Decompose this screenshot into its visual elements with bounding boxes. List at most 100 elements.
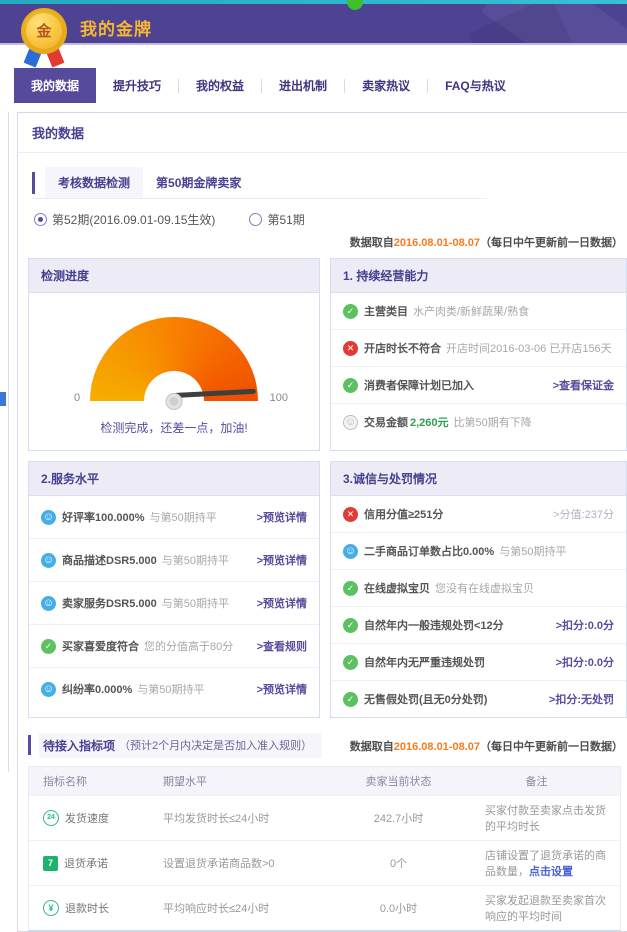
metric-title: 无售假处罚(且无0分处罚) [364, 691, 487, 707]
subtab-period50-sellers[interactable]: 第50期金牌卖家 [143, 167, 254, 198]
return-promise-icon: 7 [43, 856, 58, 871]
check-icon: ✓ [343, 304, 358, 319]
medal-coin-icon: 金 [21, 8, 67, 54]
expected-cell: 平均发货时长≤24小时 [159, 804, 344, 832]
my-data-card: 我的数据 考核数据检测 第50期金牌卖家 第52期(2016.09.01-09.… [17, 112, 627, 932]
click-to-set-link[interactable]: 点击设置 [529, 866, 573, 878]
radio-period52[interactable] [34, 213, 47, 226]
metric-row: ✓ 主营类目 水产肉类/新鲜蔬果/熟食 [331, 293, 626, 329]
cross-icon: ✕ [343, 341, 358, 356]
metric-title: 在线虚拟宝贝 [364, 580, 430, 596]
deduction-link[interactable]: >扣分:0.0分 [556, 617, 614, 633]
col-header-remark: 备注 [459, 767, 620, 795]
current-cell: 0.0小时 [344, 894, 459, 922]
metric-row: ✕ 开店时长不符合 开店时间2016-03-06 已开店156天 [331, 329, 626, 366]
metric-value: 2,260元 [410, 414, 449, 430]
24h-shipping-icon: 24 [43, 810, 59, 826]
metric-row: ☺ 卖家服务DSR5.000 与第50期持平 >预览详情 [29, 581, 319, 624]
gold-medal-icon: 金 [20, 8, 72, 66]
preview-details-link[interactable]: >预览详情 [257, 509, 307, 525]
period52-label[interactable]: 第52期(2016.09.01-09.15生效) [52, 211, 215, 228]
current-cell: 242.7小时 [344, 804, 459, 832]
expected-cell: 设置退货承诺商品数>0 [159, 849, 344, 877]
metric-row: ✓ 买家喜爱度符合 您的分值高于80分 >查看规则 [29, 624, 319, 667]
indicator-name: 退款时长 [65, 900, 109, 916]
panel-grid: 检测进度 0 100 检测完成，还差一点，加油! 1. 持续经营能力 ✓ 主营类… [28, 258, 627, 718]
side-feedback-tab[interactable] [0, 392, 6, 406]
col-header-indicator: 指标名称 [29, 767, 159, 795]
metric-title: 纠纷率0.000% [62, 681, 132, 697]
data-source-note: 数据取自2016.08.01-08.07（每日中午更新前一日数据） [18, 228, 627, 254]
remark-cell: 买家付款至卖家点击发货的平均时长 [459, 796, 620, 840]
panel-operating-ability: 1. 持续经营能力 ✓ 主营类目 水产肉类/新鲜蔬果/熟食 ✕ 开店时长不符合 … [330, 258, 627, 451]
metric-detail: 与第50期持平 [150, 509, 217, 525]
metric-title: 好评率100.000% [62, 509, 145, 525]
check-icon: ✓ [343, 378, 358, 393]
panel-integrity-penalty: 3.诚信与处罚情况 ✕ 信用分值≥251分 >分值:237分 ☺ 二手商品订单数… [330, 461, 627, 718]
indicator-cell: 7 退货承诺 [29, 849, 159, 877]
refund-time-icon: ¥ [43, 900, 59, 916]
pending-table: 指标名称 期望水平 卖家当前状态 备注 24 发货速度 平均发货时长≤24小时 … [28, 766, 621, 931]
indicator-cell: ¥ 退款时长 [29, 894, 159, 922]
metric-row: ✕ 信用分值≥251分 >分值:237分 [331, 496, 626, 532]
metric-detail: 水产肉类/新鲜蔬果/熟食 [413, 303, 529, 319]
table-row: 24 发货速度 平均发货时长≤24小时 242.7小时 买家付款至卖家点击发货的… [29, 795, 620, 840]
smile-icon: ☺ [41, 682, 56, 697]
check-icon: ✓ [343, 618, 358, 633]
indicator-name: 发货速度 [65, 810, 109, 826]
metric-title: 主营类目 [364, 303, 408, 319]
metric-row: ☺ 二手商品订单数占比0.00% 与第50期持平 [331, 532, 626, 569]
metric-detail: 与第50期持平 [499, 543, 566, 559]
metric-row: ✓ 消费者保障计划已加入 >查看保证金 [331, 366, 626, 403]
metric-title: 交易金额 [364, 414, 408, 430]
metric-row: ☺ 纠纷率0.000% 与第50期持平 >预览详情 [29, 667, 319, 710]
remark-cell: 店铺设置了退货承诺的商品数量，点击设置 [459, 841, 620, 885]
radio-period51[interactable] [249, 213, 262, 226]
deduction-link[interactable]: >扣分:0.0分 [556, 654, 614, 670]
gauge-body: 0 100 检测完成，还差一点，加油! [29, 293, 319, 450]
check-icon: ✓ [343, 581, 358, 596]
metric-detail: 与第50期持平 [137, 681, 204, 697]
data-note-date: 2016.08.01-08.07 [394, 237, 480, 249]
tab-seller-buzz[interactable]: 卖家热议 [345, 68, 427, 103]
neutral-face-icon: ☺ [343, 415, 358, 430]
check-icon: ✓ [343, 655, 358, 670]
metric-detail: 您没有在线虚拟宝贝 [435, 580, 534, 596]
view-deposit-link[interactable]: >查看保证金 [553, 377, 614, 393]
data-note-suffix: （每日中午更新前一日数据） [480, 237, 623, 249]
tab-entry-exit[interactable]: 进出机制 [262, 68, 344, 103]
sub-tabs: 考核数据检测 第50期金牌卖家 [32, 167, 487, 199]
view-rules-link[interactable]: >查看规则 [257, 638, 307, 654]
nav-tabs: 我的数据 提升技巧 我的权益 进出机制 卖家热议 FAQ与热议 [14, 68, 523, 103]
pending-title: 待接入指标项 [43, 737, 115, 754]
top-teal-strip [0, 0, 627, 4]
smile-icon: ☺ [41, 510, 56, 525]
tab-my-data[interactable]: 我的数据 [14, 68, 96, 103]
deduction-link[interactable]: >扣分:无处罚 [549, 691, 614, 707]
tab-faq[interactable]: FAQ与热议 [428, 68, 523, 103]
metric-title: 自然年内一般违规处罚<12分 [364, 617, 504, 633]
cross-icon: ✕ [343, 507, 358, 522]
page-left-border [8, 112, 9, 772]
preview-details-link[interactable]: >预览详情 [257, 552, 307, 568]
metric-detail: 开店时间2016-03-06 已开店156天 [446, 340, 612, 356]
metric-title: 商品描述DSR5.000 [62, 552, 157, 568]
indicator-cell: 24 发货速度 [29, 804, 159, 832]
data-note-prefix: 数据取自 [350, 237, 394, 249]
metric-detail: 与第50期持平 [162, 595, 229, 611]
tab-my-benefits[interactable]: 我的权益 [179, 68, 261, 103]
subtab-assessment-check[interactable]: 考核数据检测 [45, 167, 143, 198]
tab-improve-skills[interactable]: 提升技巧 [96, 68, 178, 103]
metric-title: 二手商品订单数占比0.00% [364, 543, 494, 559]
page-title: 我的金牌 [80, 15, 152, 40]
preview-details-link[interactable]: >预览详情 [257, 681, 307, 697]
metric-detail: 比第50期有下降 [454, 414, 532, 430]
current-cell: 0个 [344, 849, 459, 877]
period51-label[interactable]: 第51期 [267, 211, 304, 228]
preview-details-link[interactable]: >预览详情 [257, 595, 307, 611]
progress-panel-title: 检测进度 [29, 259, 319, 293]
smile-icon: ☺ [343, 544, 358, 559]
metric-title: 卖家服务DSR5.000 [62, 595, 157, 611]
col-header-expected: 期望水平 [159, 767, 344, 795]
remark-cell: 买家发起退款至卖家首次响应的平均时间 [459, 886, 620, 930]
